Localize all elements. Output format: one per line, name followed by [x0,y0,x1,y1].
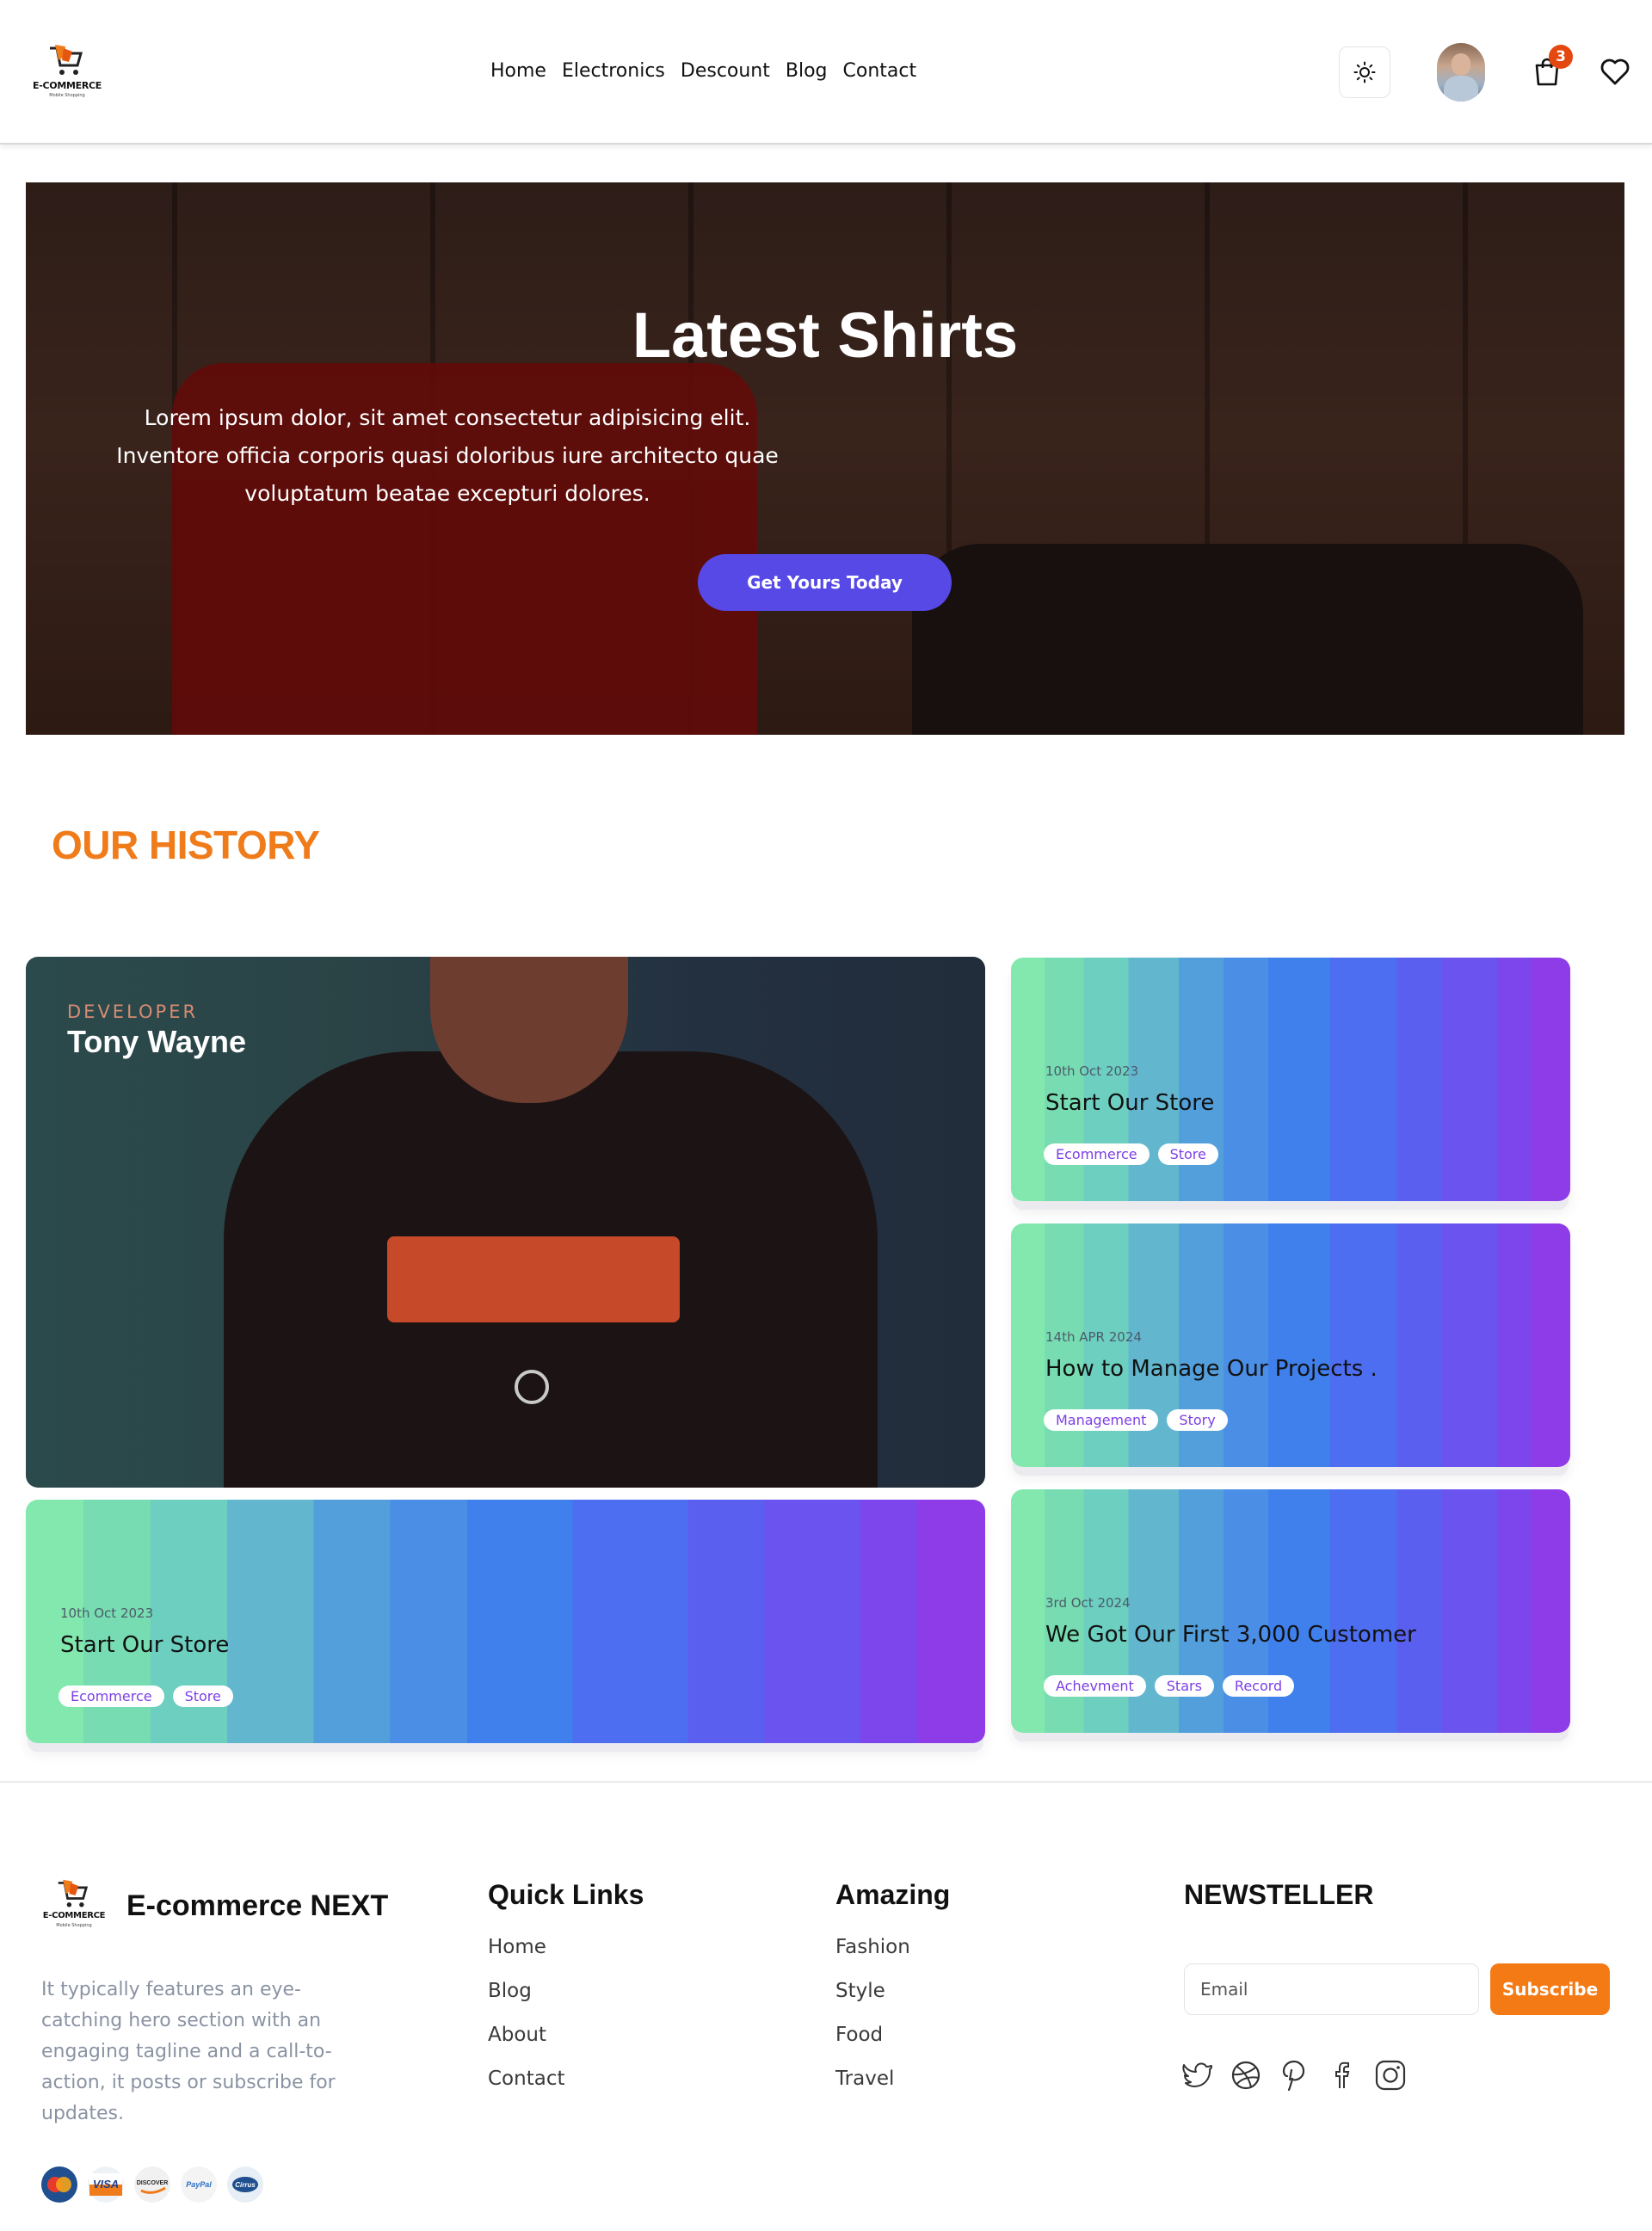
footer-link-about[interactable]: About [488,2019,564,2051]
quick-links-list: Home Blog About Contact [488,1932,564,2095]
history-card-tags: Achevment Stars Record [1044,1675,1295,1697]
developer-card[interactable]: DEVELOPER Tony Wayne [26,957,985,1488]
tag[interactable]: Record [1222,1675,1295,1697]
hero-title: Latest Shirts [632,299,1019,371]
developer-name: Tony Wayne [67,1024,247,1059]
newsletter-title: NEWSTELLER [1184,1879,1374,1910]
footer-link-travel[interactable]: Travel [835,2063,910,2095]
quick-links-title: Quick Links [488,1879,644,1910]
cart-logo-icon [50,45,83,75]
instagram-icon[interactable] [1375,2060,1406,2091]
footer-description: It typically features an eye-catching he… [41,1979,336,2124]
history-card-title: Start Our Store [1045,1090,1215,1116]
footer-link-home[interactable]: Home [488,1932,564,1963]
hero-banner: Latest Shirts Lorem ipsum dolor, sit ame… [26,182,1624,735]
svg-text:Cirrus: Cirrus [235,2181,256,2189]
site-header: E-COMMERCE Mobile Shopping Home Electron… [0,0,1652,145]
payment-methods: VISA DISCOVER PayPal Cirrus [41,2166,263,2203]
svg-text:PayPal: PayPal [186,2180,212,2189]
tag[interactable]: Story [1167,1409,1228,1431]
history-card-title: How to Manage Our Projects . [1045,1356,1378,1382]
paypal-icon: PayPal [181,2166,217,2203]
nav-descount[interactable]: Descount [681,60,770,82]
subscribe-button[interactable]: Subscribe [1490,1963,1610,2015]
footer-logo[interactable]: E-COMMERCE Mobile Shopping [41,1878,110,1930]
cart-count-badge: 3 [1549,45,1573,69]
amazing-title: Amazing [835,1879,951,1910]
developer-role: DEVELOPER [67,1001,199,1022]
developer-photo-necklace [515,1370,549,1404]
history-card[interactable]: 14th APR 2024 How to Manage Our Projects… [1011,1223,1570,1467]
footer-divider [0,1781,1652,1783]
footer-link-food[interactable]: Food [835,2019,910,2051]
history-card-date: 3rd Oct 2024 [1045,1595,1131,1611]
twitter-icon[interactable] [1182,2060,1213,2091]
history-card-title: Start Our Store [60,1632,230,1658]
nav-contact[interactable]: Contact [843,60,917,82]
nav-home[interactable]: Home [490,60,546,82]
history-card-date: 10th Oct 2023 [1045,1063,1139,1079]
tag[interactable]: Store [172,1686,233,1707]
nav-electronics[interactable]: Electronics [562,60,665,82]
dribbble-icon[interactable] [1230,2060,1261,2091]
email-input[interactable] [1184,1963,1479,2015]
footer-brand: E-commerce NEXT [126,1889,389,1922]
theme-toggle-button[interactable] [1339,46,1390,98]
footer-logo-subtext: Mobile Shopping [56,1923,92,1928]
footer-link-blog[interactable]: Blog [488,1975,564,2007]
mastercard-icon [41,2166,77,2203]
discover-icon: DISCOVER [134,2166,170,2203]
cirrus-icon: Cirrus [227,2166,263,2203]
tag[interactable]: Ecommerce [1044,1143,1150,1165]
amazing-list: Fashion Style Food Travel [835,1932,910,2095]
history-card-tags: Ecommerce Store [59,1686,233,1707]
visa-icon: VISA [88,2166,124,2203]
history-card[interactable]: 10th Oct 2023 Start Our Store Ecommerce … [1011,958,1570,1201]
tag[interactable]: Store [1157,1143,1218,1165]
heart-icon[interactable] [1600,59,1630,86]
avatar-head [1452,53,1470,76]
get-yours-today-button[interactable]: Get Yours Today [698,554,952,611]
user-avatar[interactable] [1437,43,1485,102]
history-card-title: We Got Our First 3,000 Customer [1045,1622,1416,1648]
history-title: OUR HISTORY [52,823,320,867]
footer-link-contact[interactable]: Contact [488,2063,564,2095]
nav-blog[interactable]: Blog [786,60,828,82]
history-card[interactable]: 10th Oct 2023 Start Our Store Ecommerce … [26,1500,985,1743]
cart-logo-icon [58,1879,89,1907]
footer-logo-text: E-COMMERCE [42,1911,106,1920]
facebook-icon[interactable] [1327,2060,1358,2091]
svg-text:VISA: VISA [93,2178,119,2191]
svg-text:DISCOVER: DISCOVER [137,2180,169,2186]
avatar-body [1444,76,1478,102]
developer-photo-logo [387,1236,680,1322]
footer-link-fashion[interactable]: Fashion [835,1932,910,1963]
pinterest-icon[interactable] [1279,2060,1310,2091]
main-nav: Home Electronics Descount Blog Contact [490,60,916,82]
tag[interactable]: Stars [1154,1675,1214,1697]
history-card-date: 14th APR 2024 [1045,1329,1142,1345]
logo-text: E-COMMERCE [33,80,102,91]
social-links [1182,2060,1406,2091]
footer-link-style[interactable]: Style [835,1975,910,2007]
logo[interactable]: E-COMMERCE Mobile Shopping [31,43,108,105]
history-card-date: 10th Oct 2023 [60,1605,154,1621]
history-card-tags: Management Story [1044,1409,1228,1431]
tag[interactable]: Management [1044,1409,1159,1431]
sun-icon [1353,61,1376,83]
logo-subtext: Mobile Shopping [49,93,85,98]
tag[interactable]: Achevment [1044,1675,1146,1697]
hero-description: Lorem ipsum dolor, sit amet consectetur … [116,405,779,506]
history-card-tags: Ecommerce Store [1044,1143,1218,1165]
history-card[interactable]: 3rd Oct 2024 We Got Our First 3,000 Cust… [1011,1489,1570,1733]
tag[interactable]: Ecommerce [59,1686,164,1707]
